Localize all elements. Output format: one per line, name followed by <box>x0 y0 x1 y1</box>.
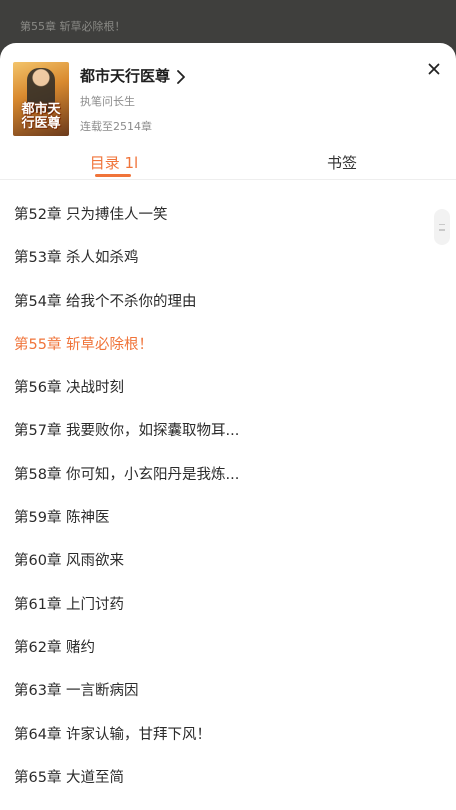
cover-title: 都市天行医尊 <box>21 102 61 131</box>
catalog-tabs: 目录 1l 书签 <box>0 143 456 180</box>
catalog-sheet: 都市天行医尊 都市天行医尊 执笔问长生 连载至2514章 目录 1l 书签 第5… <box>0 43 456 810</box>
chapter-item[interactable]: 第65章 大道至简 <box>0 757 456 800</box>
chapter-item[interactable]: 第61章 上门讨药 <box>0 584 456 627</box>
chapter-item[interactable]: 第58章 你可知，小玄阳丹是我炼... <box>0 454 456 497</box>
chapter-item[interactable]: 第57章 我要败你，如探囊取物耳... <box>0 410 456 453</box>
chapter-item[interactable]: 第62章 赌约 <box>0 627 456 670</box>
chapter-item[interactable]: 第54章 给我个不杀你的理由 <box>0 281 456 324</box>
chapter-item[interactable]: 第64章 许家认输，甘拜下风！ <box>0 714 456 757</box>
book-cover[interactable]: 都市天行医尊 <box>13 62 69 136</box>
book-status: 连载至2514章 <box>80 120 152 133</box>
close-button[interactable] <box>426 61 442 77</box>
book-author: 执笔问长生 <box>80 95 135 108</box>
chapter-item[interactable]: 第53章 杀人如杀鸡 <box>0 237 456 280</box>
chevron-right-icon <box>176 69 186 84</box>
active-tab-indicator <box>95 174 131 177</box>
scroll-handle[interactable] <box>434 209 450 245</box>
book-title-link[interactable]: 都市天行医尊 <box>80 65 186 86</box>
chapter-list: 第52章 只为搏佳人一笑 第53章 杀人如杀鸡 第54章 给我个不杀你的理由 第… <box>0 194 456 800</box>
close-icon <box>428 60 440 79</box>
chapter-item[interactable]: 第60章 风雨欲来 <box>0 540 456 583</box>
chapter-item[interactable]: 第59章 陈神医 <box>0 497 456 540</box>
reader-current-chapter-text: 第55章 斩草必除根！ <box>20 20 126 33</box>
chapter-item[interactable]: 第56章 决战时刻 <box>0 367 456 410</box>
tab-bookmarks[interactable]: 书签 <box>228 143 456 179</box>
book-header: 都市天行医尊 都市天行医尊 执笔问长生 连载至2514章 <box>0 43 456 143</box>
chapter-item[interactable]: 第52章 只为搏佳人一笑 <box>0 194 456 237</box>
book-title: 都市天行医尊 <box>80 67 171 85</box>
chapter-item[interactable]: 第63章 一言断病因 <box>0 670 456 713</box>
chapter-item-current[interactable]: 第55章 斩草必除根！ <box>0 324 456 367</box>
